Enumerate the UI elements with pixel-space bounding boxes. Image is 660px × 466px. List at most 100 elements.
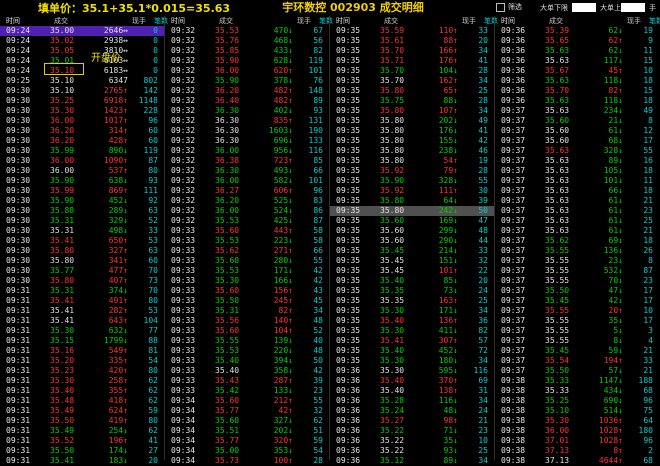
trade-row[interactable]: 09:31 35.50 174↓ 27	[0, 446, 164, 456]
trade-row[interactable]: 09:30 35.41 650↑ 53	[0, 236, 164, 246]
trade-row[interactable]: 09:38 35.33 434↓ 68	[495, 386, 659, 396]
trade-row[interactable]: 09:35 35.71 176↑ 41	[330, 56, 494, 66]
trade-row[interactable]: 09:35 35.60 299↓ 48	[330, 226, 494, 236]
trade-row[interactable]: 09:37 35.63 328↓ 55	[495, 146, 659, 156]
trade-row[interactable]: 09:38 35.10 514↓ 75	[495, 406, 659, 416]
trade-row[interactable]: 09:37 35.55 5↓ 3	[495, 326, 659, 336]
trade-row[interactable]: 09:34 35.77 320↑ 59	[165, 436, 329, 446]
trade-row[interactable]: 09:35 35.30 171↓ 34	[330, 306, 494, 316]
trade-row[interactable]: 09:33 35.62 271↑ 66	[165, 246, 329, 256]
trade-row[interactable]: 09:31 35.15 1799↓ 88	[0, 336, 164, 346]
trade-row[interactable]: 09:35 35.59 110↑ 33	[330, 26, 494, 36]
trade-row[interactable]: 09:33 35.50 245↑ 45	[165, 296, 329, 306]
trade-row[interactable]: 09:35 35.80 65↑ 25	[330, 86, 494, 96]
trade-row[interactable]: 09:37 35.63 89↓ 16	[495, 156, 659, 166]
trade-row[interactable]: 09:31 35.41 183↓ 20	[0, 456, 164, 466]
trade-row[interactable]: 09:32 35.90 628↓ 119	[165, 56, 329, 66]
trade-row[interactable]: 09:37 35.54 194↑ 33	[495, 356, 659, 366]
trade-row[interactable]: 09:36 35.40 138↑ 31	[330, 386, 494, 396]
trade-row[interactable]: 09:30 35.25 6918↑ 1148	[0, 96, 164, 106]
trade-row[interactable]: 09:35 35.40 85↓ 20	[330, 276, 494, 286]
trade-row[interactable]: 09:36 35.22 71↓ 23	[330, 426, 494, 436]
trade-row[interactable]: 09:35 35.80 155↓ 42	[330, 136, 494, 146]
trade-row[interactable]: 09:37 35.60 61↓ 12	[495, 126, 659, 136]
trade-row[interactable]: 09:32 36.38 723↑ 85	[165, 156, 329, 166]
trade-row[interactable]: 09:33 35.53 220↓ 48	[165, 346, 329, 356]
trade-row[interactable]: 09:32 36.00 582↓ 101	[165, 176, 329, 186]
trade-row[interactable]: 09:34 35.00 353↓ 54	[165, 446, 329, 456]
trade-row[interactable]: 09:32 36.30 1603↓ 190	[165, 126, 329, 136]
trade-row[interactable]: 09:35 35.45 214↓ 33	[330, 246, 494, 256]
trade-row[interactable]: 09:30 35.99 890↓ 119	[0, 146, 164, 156]
trade-row[interactable]: 09:35 35.70 162↑ 34	[330, 76, 494, 86]
trade-row[interactable]: 09:24 35.00 2646↔ 0	[0, 26, 164, 36]
trade-row[interactable]: 09:38 36.00 1028↑ 180	[495, 426, 659, 436]
trade-row[interactable]: 09:35 35.75 88↓ 28	[330, 96, 494, 106]
trade-row[interactable]: 09:33 35.60 156↑ 43	[165, 286, 329, 296]
trade-row[interactable]: 09:30 35.80 327↑ 63	[0, 246, 164, 256]
trade-row[interactable]: 09:33 35.31 82↑ 34	[165, 306, 329, 316]
trade-row[interactable]: 09:37 35.45 59↓ 21	[495, 346, 659, 356]
trade-row[interactable]: 09:30 35.80 341↑ 60	[0, 256, 164, 266]
trade-row[interactable]: 09:33 35.42 133↓ 23	[165, 386, 329, 396]
trade-row[interactable]: 09:34 35.51 202↓ 51	[165, 426, 329, 436]
trade-row[interactable]: 09:32 36.00 524↓ 86	[165, 206, 329, 216]
trade-row[interactable]: 09:30 35.31 329↓ 52	[0, 216, 164, 226]
trade-row[interactable]: 09:35 35.92 111↑ 30	[330, 186, 494, 196]
trade-row[interactable]: 09:35 35.70 104↓ 28	[330, 66, 494, 76]
trade-row[interactable]: 09:35 35.40 452↓ 72	[330, 346, 494, 356]
trade-row[interactable]: 09:32 36.20 482↑ 148	[165, 86, 329, 96]
trade-row[interactable]: 09:37 35.50 57↓ 21	[495, 366, 659, 376]
trade-row[interactable]: 09:35 35.60 290↓ 44	[330, 236, 494, 246]
trade-row[interactable]: 09:33 35.60 104↑ 52	[165, 326, 329, 336]
trade-row[interactable]: 09:38 35.33 1147↓ 188	[495, 376, 659, 386]
checkbox-icon[interactable]	[496, 2, 505, 12]
trade-row[interactable]: 09:37 35.62 69↓ 18	[495, 236, 659, 246]
trade-row[interactable]: 09:35 35.80 107↑ 34	[330, 106, 494, 116]
trade-row[interactable]: 09:24 35.02 2938↔ 0	[0, 36, 164, 46]
trade-row[interactable]: 09:30 35.31 498↓ 33	[0, 226, 164, 236]
trade-row[interactable]: 09:35 35.45 151↓ 32	[330, 256, 494, 266]
trade-row[interactable]: 09:36 35.30 595↓ 116	[330, 366, 494, 376]
trade-row[interactable]: 09:32 35.76 468↓ 56	[165, 36, 329, 46]
trade-row[interactable]: 09:33 35.40 358↓ 42	[165, 366, 329, 376]
trade-row[interactable]: 09:30 35.90 638↓ 93	[0, 176, 164, 186]
trade-row[interactable]: 09:31 35.41 282↑ 53	[0, 306, 164, 316]
trade-row[interactable]: 09:30 36.20 314↑ 60	[0, 126, 164, 136]
trade-row[interactable]: 09:37 35.55 136↓ 26	[495, 246, 659, 256]
trade-row[interactable]: 09:34 35.73 100↑ 28	[165, 456, 329, 466]
trade-row[interactable]: 09:35 35.80 202↓ 49	[330, 116, 494, 126]
trade-row[interactable]: 09:37 35.55 70↓ 23	[495, 276, 659, 286]
trade-row[interactable]: 09:36 35.27 98↑ 21	[330, 416, 494, 426]
trade-row[interactable]: 09:37 35.60 68↓ 17	[495, 136, 659, 146]
trade-row[interactable]: 09:33 35.60 443↑ 58	[165, 226, 329, 236]
trade-row[interactable]: 09:34 35.60 327↓ 62	[165, 416, 329, 426]
trade-row[interactable]: 09:35 35.80 176↓ 41	[330, 126, 494, 136]
trade-row[interactable]: 09:35 35.90 328↓ 55	[330, 176, 494, 186]
trade-row[interactable]: 09:31 35.31 374↓ 70	[0, 286, 164, 296]
trade-row[interactable]: 09:38 35.30 1036↑ 64	[495, 416, 659, 426]
trade-row[interactable]: 09:37 35.63 66↓ 18	[495, 186, 659, 196]
trade-row[interactable]: 09:33 35.43 287↑ 39	[165, 376, 329, 386]
trade-row[interactable]: 09:31 35.30 258↑ 62	[0, 376, 164, 386]
trade-row[interactable]: 09:35 35.80 64↓ 39	[330, 196, 494, 206]
trade-row[interactable]: 09:32 35.85 433↓ 82	[165, 46, 329, 56]
trade-row[interactable]: 09:36 35.40 370↑ 69	[330, 376, 494, 386]
trade-row[interactable]: 09:35 35.35 73↓ 24	[330, 286, 494, 296]
trade-row[interactable]: 09:33 35.53 171↓ 42	[165, 266, 329, 276]
trade-row[interactable]: 09:31 35.41 643↑ 104	[0, 316, 164, 326]
trade-row[interactable]: 09:36 35.24 48↓ 24	[330, 406, 494, 416]
trade-row[interactable]: 09:33 35.40 394↓ 50	[165, 356, 329, 366]
trade-row[interactable]: 09:30 35.88 289↓ 63	[0, 206, 164, 216]
trade-row[interactable]: 09:35 35.60 169↓ 47	[330, 216, 494, 226]
trade-row[interactable]: 09:35 35.35 163↑ 25	[330, 296, 494, 306]
trade-row[interactable]: 09:31 35.40 355↑ 62	[0, 386, 164, 396]
trade-row[interactable]: 09:24 35.05 3810↔ 0	[0, 46, 164, 56]
trade-row[interactable]: 09:31 35.16 549↑ 81	[0, 346, 164, 356]
trade-row[interactable]: 09:36 35.63 118↓ 18	[495, 76, 659, 86]
trade-row[interactable]: 09:33 35.55 139↓ 40	[165, 336, 329, 346]
trade-row[interactable]: 09:30 35.77 477↑ 70	[0, 266, 164, 276]
trade-row[interactable]: 09:31 35.30 632↓ 77	[0, 326, 164, 336]
trade-row[interactable]: 09:36 35.12 89↓ 34	[330, 456, 494, 466]
trade-row[interactable]: 09:35 35.61 88↑ 20	[330, 36, 494, 46]
